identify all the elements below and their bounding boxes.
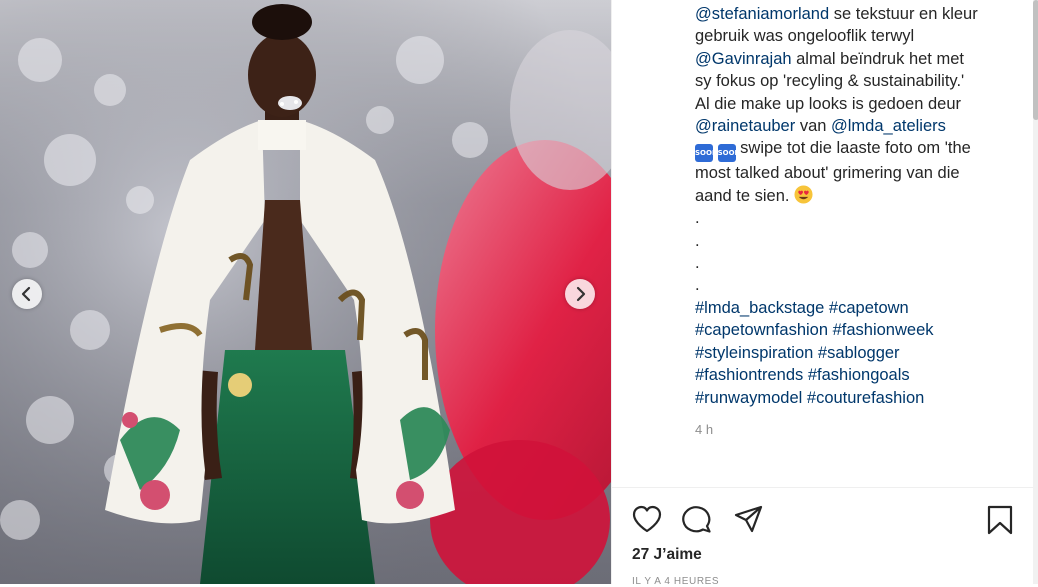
carousel-next-button[interactable]	[565, 279, 595, 309]
caption-text: almal beïndruk het met	[791, 49, 964, 68]
post-actions-bar: 27 J’aime IL Y A 4 HEURES	[612, 487, 1038, 587]
bookmark-icon[interactable]	[985, 504, 1015, 536]
post-side-panel: @stefaniamorland se tekstuur en kleur ge…	[611, 0, 1038, 587]
carousel-prev-button[interactable]	[12, 279, 42, 309]
heart-eyes-emoji-icon	[794, 185, 813, 204]
post-date[interactable]: IL Y A 4 HEURES	[632, 576, 719, 587]
hashtag-link[interactable]: #styleinspiration #sablogger	[695, 342, 1025, 364]
caption-timestamp[interactable]: 4 h	[695, 422, 713, 437]
mention-link[interactable]: @rainetauber	[695, 117, 795, 135]
hashtag-link[interactable]: #lmda_backstage #capetown	[695, 297, 1025, 319]
caption-text: Al die make up looks is gedoen deur	[695, 94, 961, 113]
paper-plane-icon[interactable]	[733, 504, 765, 534]
caption-dot: .	[695, 276, 700, 295]
mention-link[interactable]: @Gavinrajah	[695, 50, 792, 68]
like-count[interactable]: 27 J’aime	[632, 546, 702, 564]
scrollbar[interactable]	[1033, 0, 1038, 584]
hashtag-link[interactable]: #capetownfashion #fashionweek	[695, 319, 1025, 341]
caption-text: aand te sien.	[695, 186, 795, 205]
chevron-right-icon	[576, 286, 586, 302]
scrollbar-thumb[interactable]	[1033, 0, 1038, 120]
mention-link[interactable]: @lmda_ateliers	[831, 117, 946, 135]
caption-dot: .	[695, 209, 700, 228]
post-caption: @stefaniamorland se tekstuur en kleur ge…	[695, 3, 1025, 409]
caption-text: most talked about' grimering van die	[695, 164, 960, 183]
soon-arrow-icon: SOON	[695, 144, 718, 163]
comment-icon[interactable]	[681, 504, 713, 534]
chevron-left-icon	[21, 286, 31, 302]
caption-text: sy fokus op 'recyling & sustainability.'	[695, 72, 965, 91]
heart-icon[interactable]	[631, 504, 663, 534]
runway-photo	[0, 0, 611, 584]
soon-arrow-icon: SOON	[717, 144, 740, 163]
caption-text: gebruik was ongelooflik terwyl	[695, 27, 915, 46]
caption-text: van	[795, 117, 832, 136]
post-image[interactable]	[0, 0, 611, 584]
caption-text: se tekstuur en kleur	[829, 5, 978, 23]
mention-link[interactable]: @stefaniamorland	[695, 5, 829, 23]
hashtag-link[interactable]: #fashiontrends #fashiongoals	[695, 364, 1025, 386]
hashtag-link[interactable]: #runwaymodel #couturefashion	[695, 387, 1025, 409]
caption-text: swipe tot die laaste foto om 'the	[735, 139, 971, 158]
caption-dot: .	[695, 231, 700, 250]
caption-dot: .	[695, 254, 700, 273]
